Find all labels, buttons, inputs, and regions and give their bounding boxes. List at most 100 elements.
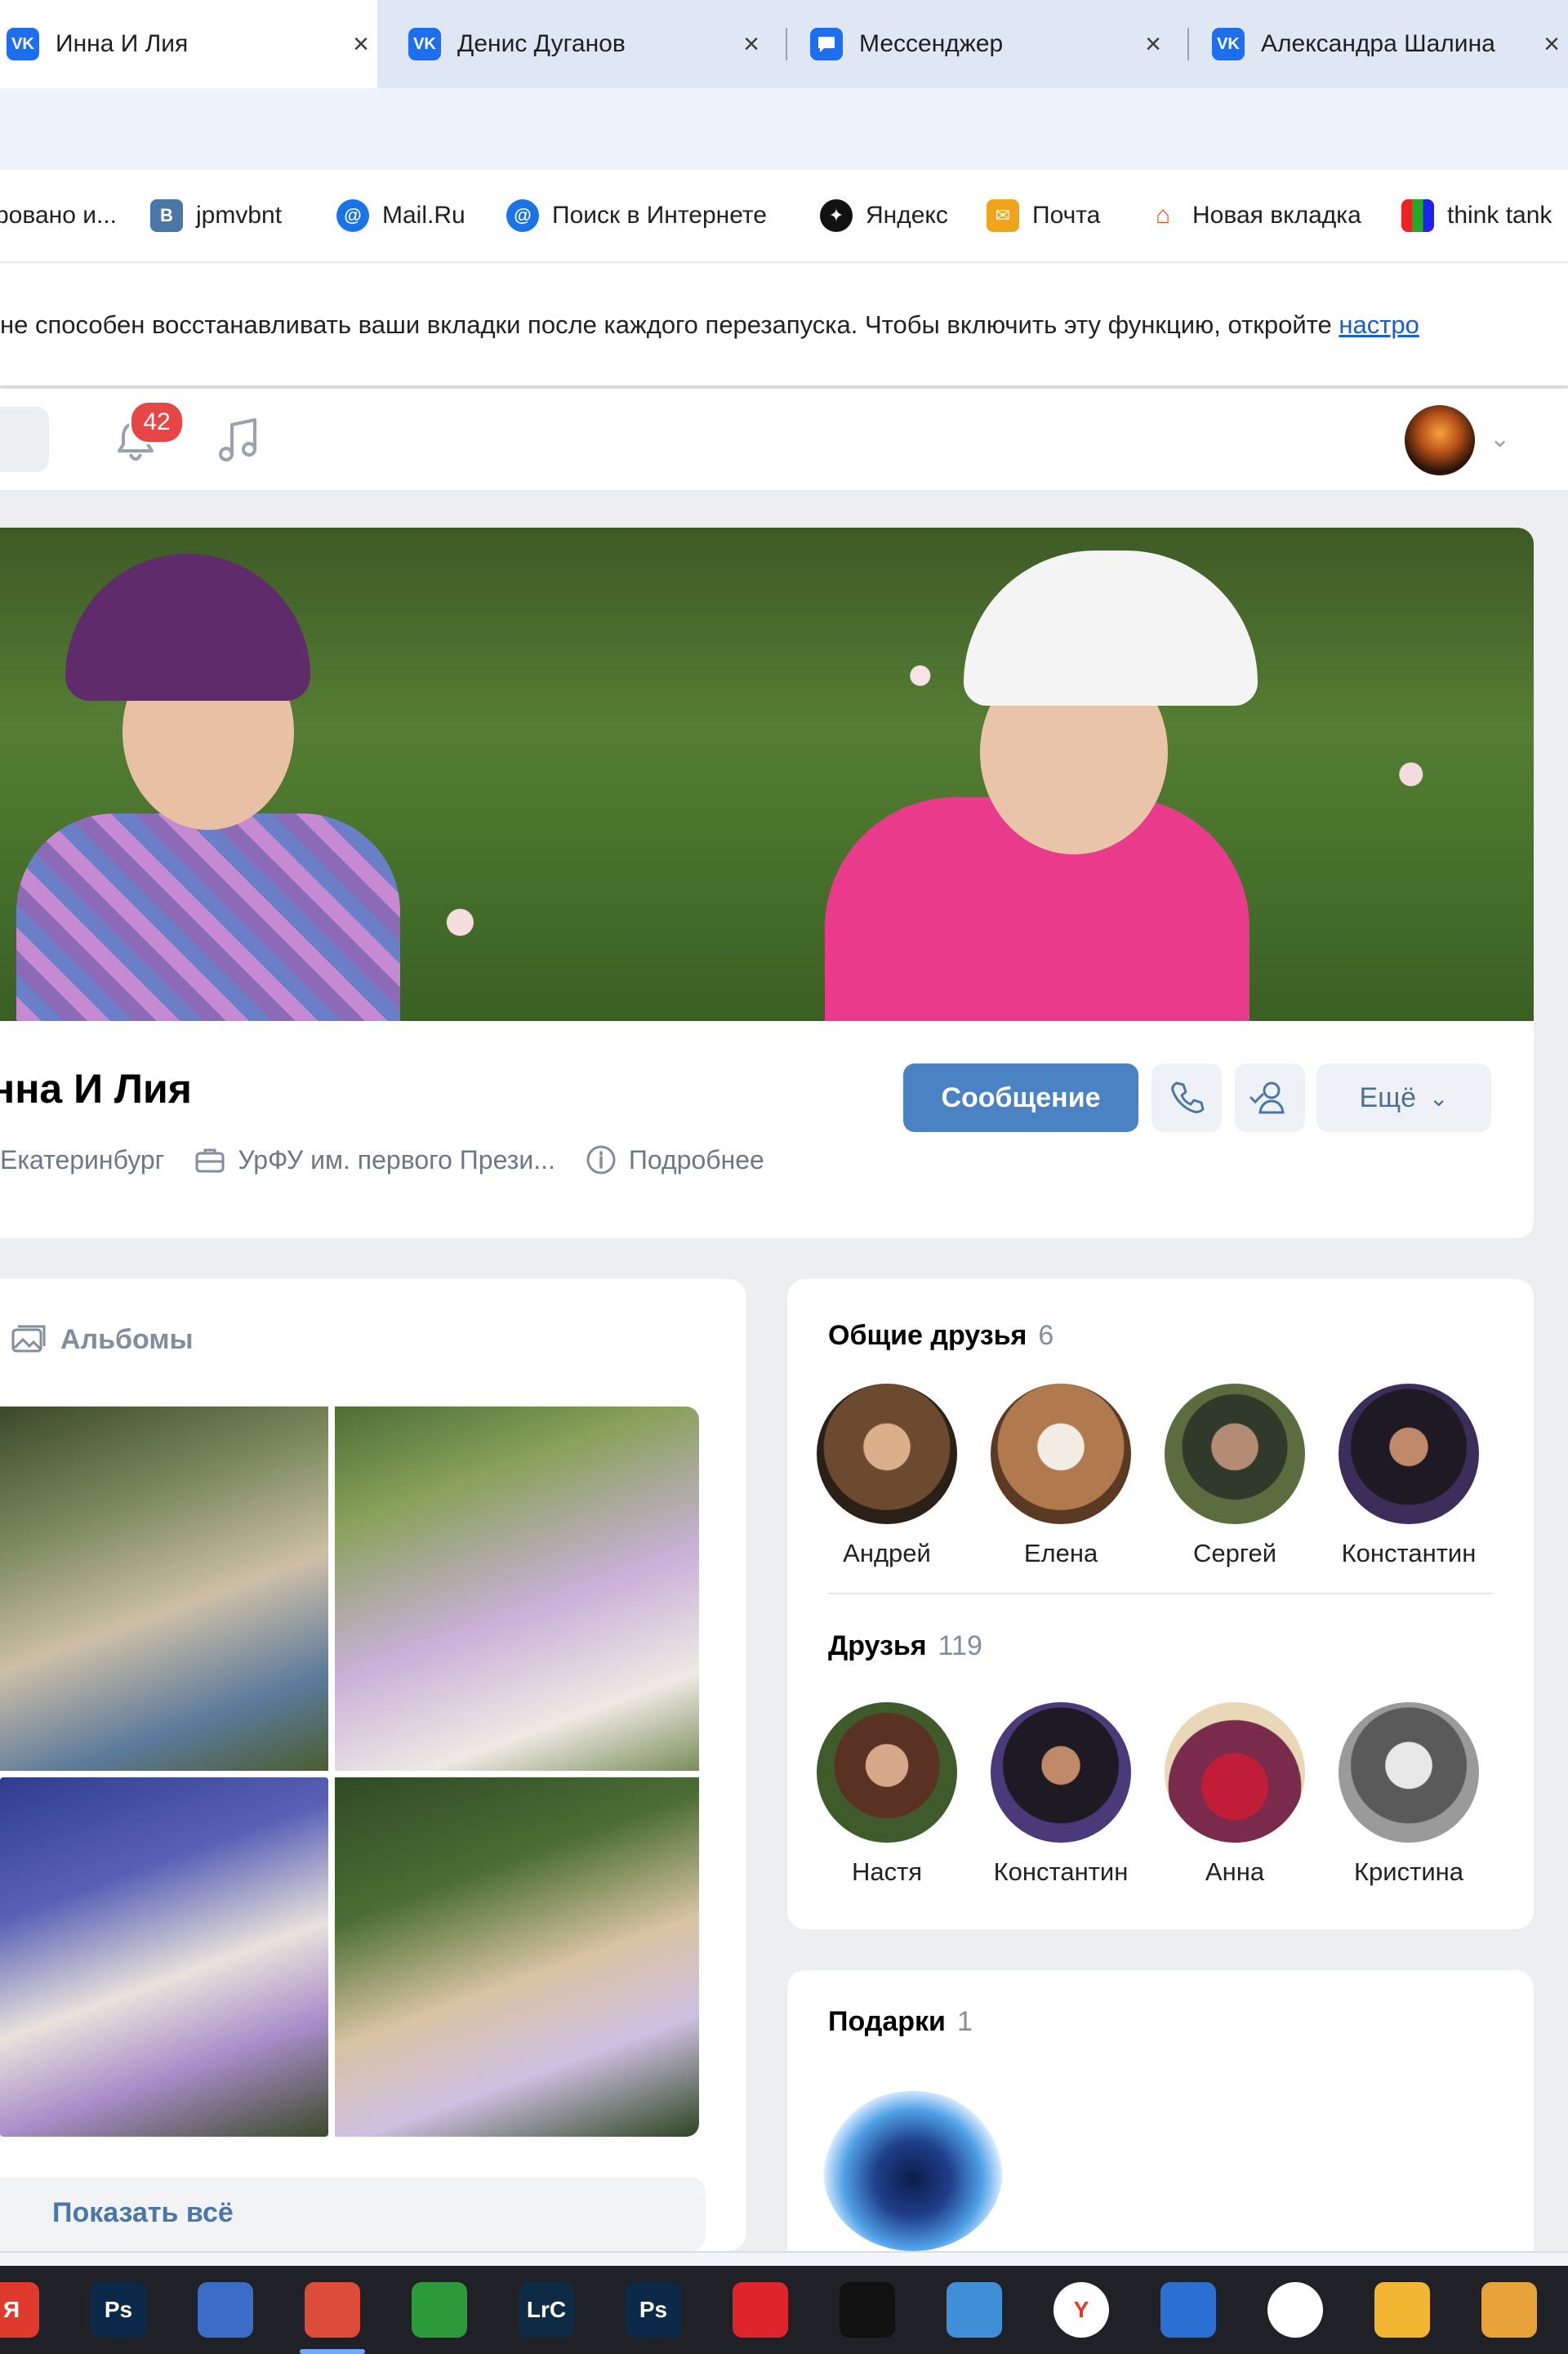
show-all-label: Показать всё	[52, 2197, 234, 2228]
profile-university: УрФУ им. первого Прези...	[194, 1144, 555, 1176]
bookmark-mailru[interactable]: @ Mail.Ru	[336, 170, 466, 261]
pen-icon[interactable]	[412, 2282, 467, 2338]
close-tab-icon[interactable]: ×	[345, 29, 377, 60]
bookmark-label: Mail.Ru	[382, 202, 466, 229]
settings-link[interactable]: настро	[1339, 310, 1419, 339]
close-tab-icon[interactable]: ×	[1535, 29, 1568, 60]
friend-item[interactable]: Кристина	[1327, 1702, 1490, 1887]
friend-item[interactable]: Елена	[979, 1384, 1143, 1568]
chrome-icon[interactable]	[305, 2282, 360, 2338]
friend-item[interactable]: Сергей	[1153, 1384, 1316, 1568]
mutual-friends-header[interactable]: Общие друзья 6	[828, 1320, 1054, 1352]
chevron-down-icon[interactable]: ⌄	[1490, 425, 1510, 453]
photoshop-icon[interactable]: Ps	[626, 2282, 681, 2338]
bookmark-jpmvbnt[interactable]: B jpmvbnt	[150, 170, 282, 261]
vk-icon: VK	[408, 28, 441, 60]
notification-count-badge: 42	[129, 400, 185, 444]
yandex-star-icon: ✦	[820, 199, 853, 232]
cover-figure	[16, 814, 400, 1021]
gifts-title: Подарки	[828, 2006, 946, 2037]
tab-title: Инна И Лия	[56, 30, 189, 57]
tab-title: Денис Дуганов	[457, 30, 626, 57]
photo-thumbnail[interactable]	[335, 1777, 699, 2137]
bookmark-folder[interactable]: ровано и...	[0, 170, 117, 261]
close-tab-icon[interactable]: ×	[735, 29, 768, 60]
friend-status-button[interactable]	[1235, 1063, 1305, 1132]
friend-name: Константин	[993, 1857, 1129, 1886]
opera-icon[interactable]	[733, 2282, 788, 2338]
photo-thumbnail[interactable]	[0, 1777, 328, 2137]
yandex-icon[interactable]: Y	[1054, 2282, 1109, 2338]
message-button[interactable]: Сообщение	[903, 1063, 1138, 1132]
restore-tabs-notification: не способен восстанавливать ваши вкладки…	[0, 263, 1568, 386]
screen-icon[interactable]	[947, 2282, 1002, 2338]
friend-name: Настя	[851, 1857, 923, 1886]
house-icon: ⌂	[1155, 202, 1171, 229]
search-input[interactable]	[0, 407, 49, 472]
folder-icon[interactable]	[1374, 2282, 1430, 2338]
chevron-down-icon: ⌄	[1429, 1085, 1449, 1111]
bookmark-label: jpmvbnt	[196, 202, 283, 229]
ring-icon[interactable]	[1267, 2282, 1323, 2338]
address-bar-area[interactable]	[0, 88, 1568, 170]
friend-name: Анна	[1205, 1857, 1265, 1886]
friend-item[interactable]: Константин	[979, 1702, 1143, 1887]
shield-icon[interactable]	[1160, 2282, 1216, 2338]
vk-top-header: 42 ⌄	[0, 389, 1568, 491]
tab-denis-duganov[interactable]: VK Денис Дуганов ×	[408, 0, 768, 88]
avatar	[817, 1702, 957, 1843]
avatar	[1339, 1702, 1479, 1843]
friend-item[interactable]: Настя	[805, 1702, 969, 1887]
tv-icon	[1401, 199, 1434, 232]
friend-name: Сергей	[1192, 1539, 1277, 1567]
info-icon	[586, 1145, 616, 1175]
friend-name: Кристина	[1354, 1857, 1463, 1886]
photo-thumbnail[interactable]	[335, 1407, 699, 1771]
avatar	[1165, 1384, 1305, 1524]
friends-header[interactable]: Друзья 119	[828, 1630, 982, 1662]
tiktok-icon[interactable]	[840, 2282, 895, 2338]
university-label: УрФУ им. первого Прези...	[238, 1144, 555, 1175]
bookmark-label: Почта	[1032, 202, 1101, 229]
close-tab-icon[interactable]: ×	[1137, 29, 1169, 60]
mutual-friends-title: Общие друзья	[828, 1320, 1027, 1351]
lightroom-icon[interactable]: LrC	[519, 2282, 574, 2338]
avatar	[1339, 1384, 1479, 1524]
bookmark-label: think tank	[1447, 202, 1552, 229]
call-button[interactable]	[1152, 1063, 1222, 1132]
photo-thumbnail[interactable]	[0, 1407, 328, 1771]
bookmark-search[interactable]: @ Поиск в Интернете	[506, 170, 767, 261]
tab-messenger[interactable]: Мессенджер ×	[810, 0, 1169, 88]
bookmark-label: ровано и...	[0, 202, 118, 229]
windows-taskbar: Я Ps LrC Ps Y	[0, 2251, 1568, 2354]
gifts-header[interactable]: Подарки 1	[828, 2006, 973, 2038]
tab-inna-i-liya[interactable]: VK Инна И Лия ×	[0, 0, 377, 88]
restore-message: не способен восстанавливать ваши вкладки…	[0, 310, 1419, 340]
friend-name: Константин	[1341, 1539, 1477, 1567]
bookmark-think-tank[interactable]: think tank	[1401, 170, 1552, 261]
albums-label: Альбомы	[60, 1323, 194, 1355]
bookmark-new-tab[interactable]: ⌂ Новая вкладка	[1147, 170, 1361, 261]
friend-item[interactable]: Константин	[1327, 1384, 1490, 1568]
photoshop-icon[interactable]: Ps	[91, 2282, 146, 2338]
tab-aleksandra-shalina[interactable]: VK Александра Шалина ×	[1212, 0, 1568, 88]
friend-item[interactable]: Андрей	[805, 1384, 969, 1568]
bookmark-yandex[interactable]: ✦ Яндекс	[820, 170, 948, 261]
friends-count: 119	[938, 1630, 982, 1661]
friend-item[interactable]: Анна	[1153, 1702, 1316, 1887]
eye-icon[interactable]	[1481, 2282, 1537, 2338]
user-avatar[interactable]	[1405, 405, 1475, 475]
music-icon[interactable]	[214, 415, 263, 467]
yandex-browser-icon[interactable]: Я	[0, 2282, 39, 2338]
profile-details-link[interactable]: Подробнее	[585, 1144, 764, 1176]
albums-icon	[11, 1325, 46, 1353]
vk-icon: VK	[1212, 28, 1245, 60]
bookmark-pochta[interactable]: ✉ Почта	[987, 170, 1100, 261]
cover-figure	[65, 554, 310, 701]
albums-tab[interactable]: Альбомы	[10, 1323, 194, 1356]
camera-icon[interactable]	[198, 2282, 253, 2338]
more-button[interactable]: Ещё ⌄	[1316, 1063, 1491, 1132]
gift-image[interactable]	[823, 2091, 1003, 2251]
bookmarks-bar: ровано и... B jpmvbnt @ Mail.Ru @ Поиск …	[0, 170, 1568, 263]
show-all-photos-button[interactable]: Показать всё	[0, 2178, 706, 2251]
